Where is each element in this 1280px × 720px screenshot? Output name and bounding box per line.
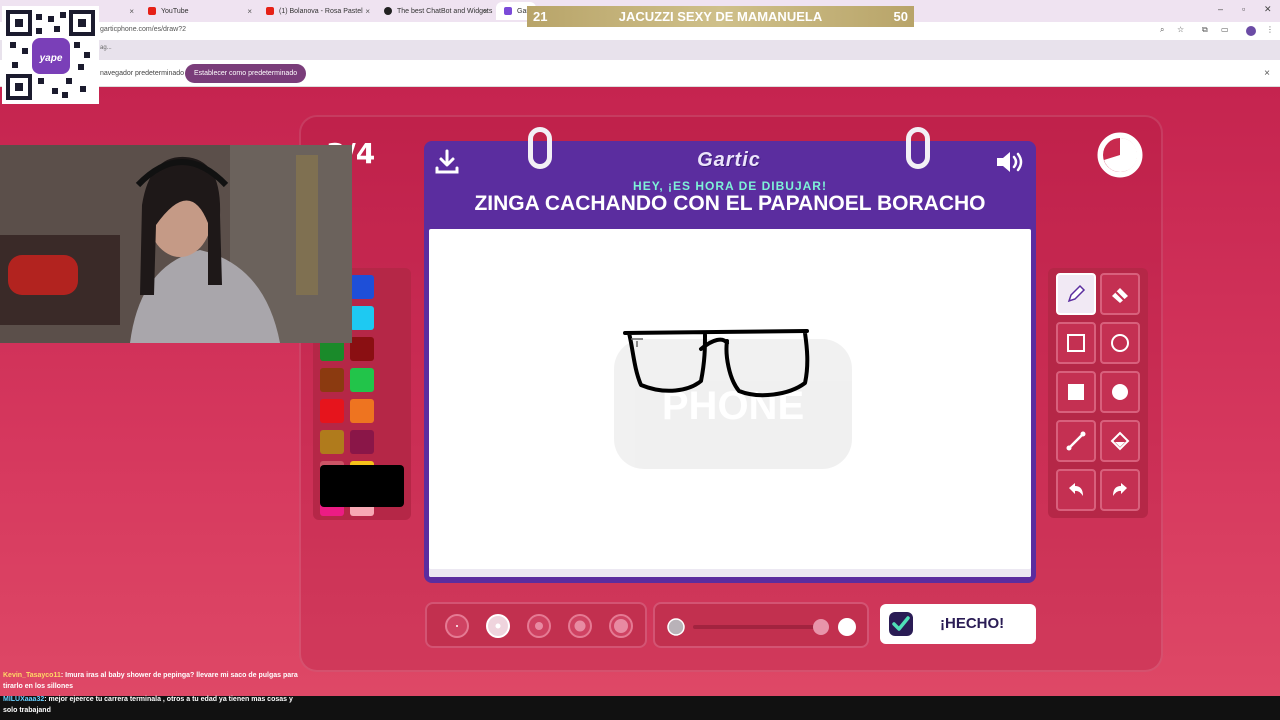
color-swatch[interactable] — [350, 275, 374, 299]
tab-label: The best ChatBot and Widgets — [397, 7, 493, 15]
gartic-icon — [504, 7, 512, 15]
color-swatch[interactable] — [350, 399, 374, 423]
square-outline-icon — [1067, 334, 1085, 352]
default-browser-infobar: navegador predeterminado Establecer como… — [0, 60, 1280, 87]
color-swatch[interactable] — [320, 399, 344, 423]
chat-message: Kevin_Tasayco11: Imura iras al baby show… — [0, 670, 300, 692]
tab-close-icon[interactable]: × — [129, 7, 134, 16]
url-text[interactable]: garticphone.com/es/draw?2 — [100, 26, 186, 33]
color-swatch[interactable] — [350, 368, 374, 392]
chat-overlay: Kevin_Tasayco11: Imura iras al baby show… — [0, 670, 300, 716]
brush-size-4[interactable] — [568, 614, 592, 638]
current-color-swatch[interactable] — [320, 465, 404, 507]
youtube-icon — [148, 7, 156, 15]
line-tool[interactable] — [1056, 420, 1096, 462]
draw-prompt: ZINGA CACHANDO CON EL PAPANOEL BORACHO — [474, 192, 986, 215]
opacity-slider[interactable] — [653, 602, 869, 648]
drawing-canvas[interactable]: PHONE — [429, 229, 1031, 577]
maximize-icon[interactable]: ▫ — [1242, 4, 1245, 14]
done-button[interactable]: ¡HECHO! — [880, 604, 1036, 644]
eraser-icon — [1112, 288, 1128, 303]
tab-close-icon[interactable]: × — [483, 7, 488, 16]
infobar-text: navegador predeterminado — [100, 70, 185, 77]
done-label: ¡HECHO! — [940, 615, 1005, 632]
sidebar-icon[interactable]: ▭ — [1221, 25, 1229, 34]
undo-tool[interactable] — [1056, 469, 1096, 511]
gartic-logo: Gartic — [697, 149, 761, 171]
streamer-camera-image — [0, 145, 352, 343]
bookmark-star-icon[interactable]: ☆ — [1177, 25, 1184, 34]
kebab-menu-icon[interactable]: ⋮ — [1266, 25, 1274, 34]
song-banner: 21 JACUZZI SEXY DE MAMANUELA 50 — [527, 6, 914, 27]
brush-size-selector — [425, 602, 647, 648]
tab-label: (1) Bolanova - Rosa Pastel — [279, 7, 363, 15]
color-swatch[interactable] — [350, 337, 374, 361]
rectangle-fill-tool[interactable] — [1056, 371, 1096, 413]
undo-icon — [1069, 483, 1083, 496]
binder-ring-left — [528, 127, 552, 169]
binder-ring-right — [906, 127, 930, 169]
webcam-overlay — [0, 145, 352, 343]
github-icon — [384, 7, 392, 15]
pencil-tool[interactable] — [1056, 273, 1096, 315]
brush-size-2[interactable] — [486, 614, 510, 638]
ellipse-outline-tool[interactable] — [1100, 322, 1140, 364]
draw-hint: HEY, ¡ES HORA DE DIBUJAR! — [633, 179, 827, 193]
opacity-slider-track — [667, 618, 856, 636]
brush-size-1[interactable] — [445, 614, 469, 638]
window-close-icon[interactable]: ✕ — [1264, 4, 1272, 15]
infobar-close-icon[interactable]: × — [1264, 68, 1270, 79]
checkmark-icon — [889, 612, 913, 636]
line-icon — [1066, 431, 1086, 451]
tab-bolanova[interactable]: (1) Bolanova - Rosa Pastel × — [258, 2, 376, 20]
timer-icon — [1097, 132, 1143, 178]
banner-title: JACUZZI SEXY DE MAMANUELA — [618, 9, 823, 24]
redo-icon — [1113, 483, 1127, 496]
zoom-icon[interactable]: ⌕ — [1160, 25, 1164, 35]
pencil-icon — [1067, 284, 1086, 303]
tab-close-icon[interactable]: × — [365, 7, 370, 16]
tab-close-icon[interactable]: × — [247, 7, 252, 16]
canvas-drawing: PHONE — [614, 329, 852, 469]
banner-right-number: 50 — [893, 9, 908, 24]
square-filled-icon — [1068, 384, 1084, 400]
circle-outline-icon — [1111, 334, 1129, 352]
gartic-phone-watermark-icon: PHONE — [614, 339, 852, 469]
minimize-icon[interactable]: – — [1218, 4, 1223, 14]
eraser-tool[interactable] — [1100, 273, 1140, 315]
color-swatch[interactable] — [350, 430, 374, 454]
paint-bucket-icon — [1110, 431, 1130, 451]
fill-bucket-tool[interactable] — [1100, 420, 1140, 462]
redo-tool[interactable] — [1100, 469, 1140, 511]
color-swatch[interactable] — [320, 430, 344, 454]
drawing-board: Gartic HEY, ¡ES HORA DE DIBUJAR! ZINGA C… — [424, 127, 1036, 583]
download-icon[interactable] — [434, 149, 460, 175]
ellipse-fill-tool[interactable] — [1100, 371, 1140, 413]
svg-text:yape: yape — [39, 53, 63, 64]
chat-username: Kevin_Tasayco11 — [3, 672, 61, 679]
tab-label: YouTube — [161, 7, 189, 15]
avatar[interactable] — [1246, 26, 1256, 36]
rectangle-outline-tool[interactable] — [1056, 322, 1096, 364]
chat-text: : mejor ejeerce tu carrera terminala , o… — [3, 696, 293, 714]
color-swatch[interactable] — [320, 368, 344, 392]
tab-youtube[interactable]: YouTube × — [140, 2, 258, 20]
circle-filled-icon — [1112, 384, 1128, 400]
color-swatch[interactable] — [350, 306, 374, 330]
volume-icon[interactable] — [994, 148, 1026, 176]
chat-message: MILUXaaa32: mejor ejeerce tu carrera ter… — [0, 694, 300, 716]
youtube-icon — [266, 7, 274, 15]
qr-code: yape — [2, 6, 99, 104]
set-default-button[interactable]: Establecer como predeterminado — [185, 64, 307, 83]
extensions-icon[interactable]: ⧉ — [1202, 25, 1208, 35]
tab-chatbot[interactable]: The best ChatBot and Widgets × — [376, 2, 494, 20]
brush-size-3[interactable] — [527, 614, 551, 638]
chat-username: MILUXaaa32 — [3, 696, 45, 703]
tab-1[interactable]: × — [100, 2, 140, 20]
bookmarks-bar: ag... — [100, 45, 112, 51]
qr-code-image: yape — [6, 10, 95, 100]
brush-size-5[interactable] — [609, 614, 633, 638]
tool-panel — [1048, 268, 1148, 518]
